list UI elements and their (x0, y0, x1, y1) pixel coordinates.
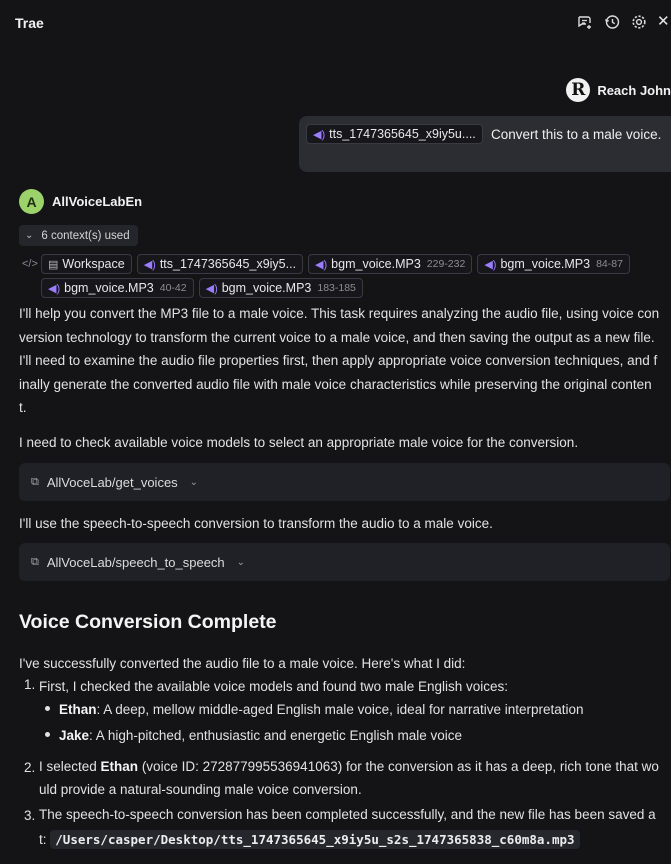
response-paragraph: I'll use the speech-to-speech conversion… (19, 516, 493, 531)
settings-gear-icon[interactable] (630, 13, 648, 31)
context-list: </> ▤ Workspace ◀) tts_1747365645_x9iy5.… (22, 254, 662, 302)
voice-description: : A deep, mellow middle-aged English mal… (96, 702, 584, 717)
list-number: 1. (24, 677, 36, 692)
app-title: Trae (15, 15, 44, 31)
response-paragraph: I need to check available voice models t… (19, 435, 579, 450)
assistant-avatar: A (19, 189, 44, 214)
context-chip-audio[interactable]: ◀) bgm_voice.MP3 183-185 (198, 278, 363, 298)
close-icon[interactable]: ✕ (657, 13, 671, 31)
list-item: I selected Ethan (voice ID: 272877995536… (39, 755, 671, 801)
paragraph-line: I'll help you convert the MP3 file to a … (19, 306, 660, 321)
user-attachment-chip[interactable]: ◀) tts_1747365645_x9iy5u.... (306, 124, 483, 144)
user-header: R Reach John (566, 78, 671, 102)
list-item: The speech-to-speech conversion has been… (39, 803, 671, 851)
title-bar-actions: ✕ (576, 13, 671, 31)
assistant-header: A AllVoiceLabEn (19, 189, 142, 214)
user-avatar: R (566, 78, 591, 102)
context-chip-audio[interactable]: ◀) tts_1747365645_x9iy5... (136, 254, 304, 274)
tool-call-speech-to-speech[interactable]: ⧉ AllVoceLab/speech_to_speech ⌄ (19, 543, 670, 581)
response-paragraph: I've successfully converted the audio fi… (19, 656, 466, 671)
user-message-bubble: ◀) tts_1747365645_x9iy5u.... Convert thi… (299, 116, 671, 172)
list-number: 3. (24, 808, 36, 823)
context-label: Workspace (62, 257, 125, 271)
context-range: 229-232 (426, 258, 466, 270)
context-range: 40-42 (159, 282, 187, 294)
context-range: 183-185 (317, 282, 356, 294)
section-heading: Voice Conversion Complete (19, 611, 277, 633)
context-label: bgm_voice.MP3 (500, 257, 591, 271)
text: (voice ID: 272877995536941063) for the c… (138, 759, 659, 774)
tool-call-get-voices[interactable]: ⧉ AllVoceLab/get_voices ⌄ (19, 463, 670, 501)
paragraph-line: inally generate the converted audio file… (19, 376, 652, 392)
context-range: 84-87 (596, 258, 623, 270)
list-item-ethan: Ethan: A deep, mellow middle-aged Englis… (59, 698, 584, 721)
voice-name: Ethan (100, 759, 139, 774)
attachment-label: tts_1747365645_x9iy5u.... (329, 127, 476, 141)
folder-icon: ▤ (48, 258, 59, 271)
code-icon: </> (22, 258, 38, 270)
context-chip-audio[interactable]: ◀) bgm_voice.MP3 229-232 (308, 254, 473, 274)
audio-icon: ◀) (48, 282, 61, 295)
context-row: ◀) bgm_voice.MP3 40-42 ◀) bgm_voice.MP3 … (22, 278, 662, 298)
context-label: tts_1747365645_x9iy5... (159, 257, 297, 271)
title-bar: Trae ✕ (0, 0, 671, 46)
context-label: bgm_voice.MP3 (331, 257, 421, 271)
list-number: 2. (24, 760, 36, 775)
audio-icon: ◀) (313, 128, 326, 141)
context-chip-audio[interactable]: ◀) bgm_voice.MP3 84-87 (477, 254, 630, 274)
text: t: (39, 832, 51, 847)
paragraph-line: I'll need to examine the audio file prop… (19, 353, 658, 368)
chevron-down-icon: ⌄ (236, 556, 246, 568)
audio-icon: ◀) (484, 258, 497, 271)
voice-name: Jake (59, 728, 90, 743)
context-chip-workspace[interactable]: ▤ Workspace (41, 254, 132, 274)
paragraph-line: t. (19, 400, 27, 415)
audio-icon: ◀) (143, 258, 156, 271)
history-icon[interactable] (603, 13, 621, 31)
text: I selected (39, 759, 101, 774)
list-item-jake: Jake: A high-pitched, enthusiastic and e… (59, 724, 462, 747)
context-count: 6 context(s) used (41, 229, 130, 242)
bullet (45, 706, 50, 711)
chevron-down-icon: ⌄ (189, 476, 199, 488)
text: The speech-to-speech conversion has been… (39, 807, 656, 822)
context-label: bgm_voice.MP3 (64, 281, 154, 295)
text: uld provide a natural-sounding male voic… (39, 782, 362, 797)
list-item: First, I checked the available voice mod… (39, 679, 508, 694)
assistant-name: AllVoiceLabEn (52, 194, 143, 209)
paragraph-line: version technology to transform the curr… (19, 329, 655, 345)
context-toggle[interactable]: ⌄ 6 context(s) used (19, 225, 138, 246)
response-paragraph: I'll help you convert the MP3 file to a … (19, 302, 669, 420)
new-chat-icon[interactable] (576, 13, 594, 31)
user-name: Reach John (597, 82, 671, 98)
tool-icon: ⧉ (31, 555, 39, 568)
audio-icon: ◀) (205, 282, 218, 295)
context-row: </> ▤ Workspace ◀) tts_1747365645_x9iy5.… (22, 254, 662, 274)
chevron-down-icon: ⌄ (25, 230, 34, 241)
user-message-text: Convert this to a male voice. (491, 127, 662, 142)
voice-name: Ethan (59, 702, 97, 717)
context-chip-audio[interactable]: ◀) bgm_voice.MP3 40-42 (41, 278, 194, 298)
tool-call-label: AllVoceLab/get_voices (46, 474, 178, 490)
tool-call-label: AllVoceLab/speech_to_speech (46, 554, 225, 570)
tool-icon: ⧉ (31, 475, 39, 488)
voice-description: : A high-pitched, enthusiastic and energ… (89, 728, 463, 743)
audio-icon: ◀) (315, 258, 328, 271)
bullet (45, 732, 50, 737)
context-label: bgm_voice.MP3 (221, 281, 312, 295)
file-path-code[interactable]: /Users/casper/Desktop/tts_1747365645_x9i… (50, 830, 580, 849)
